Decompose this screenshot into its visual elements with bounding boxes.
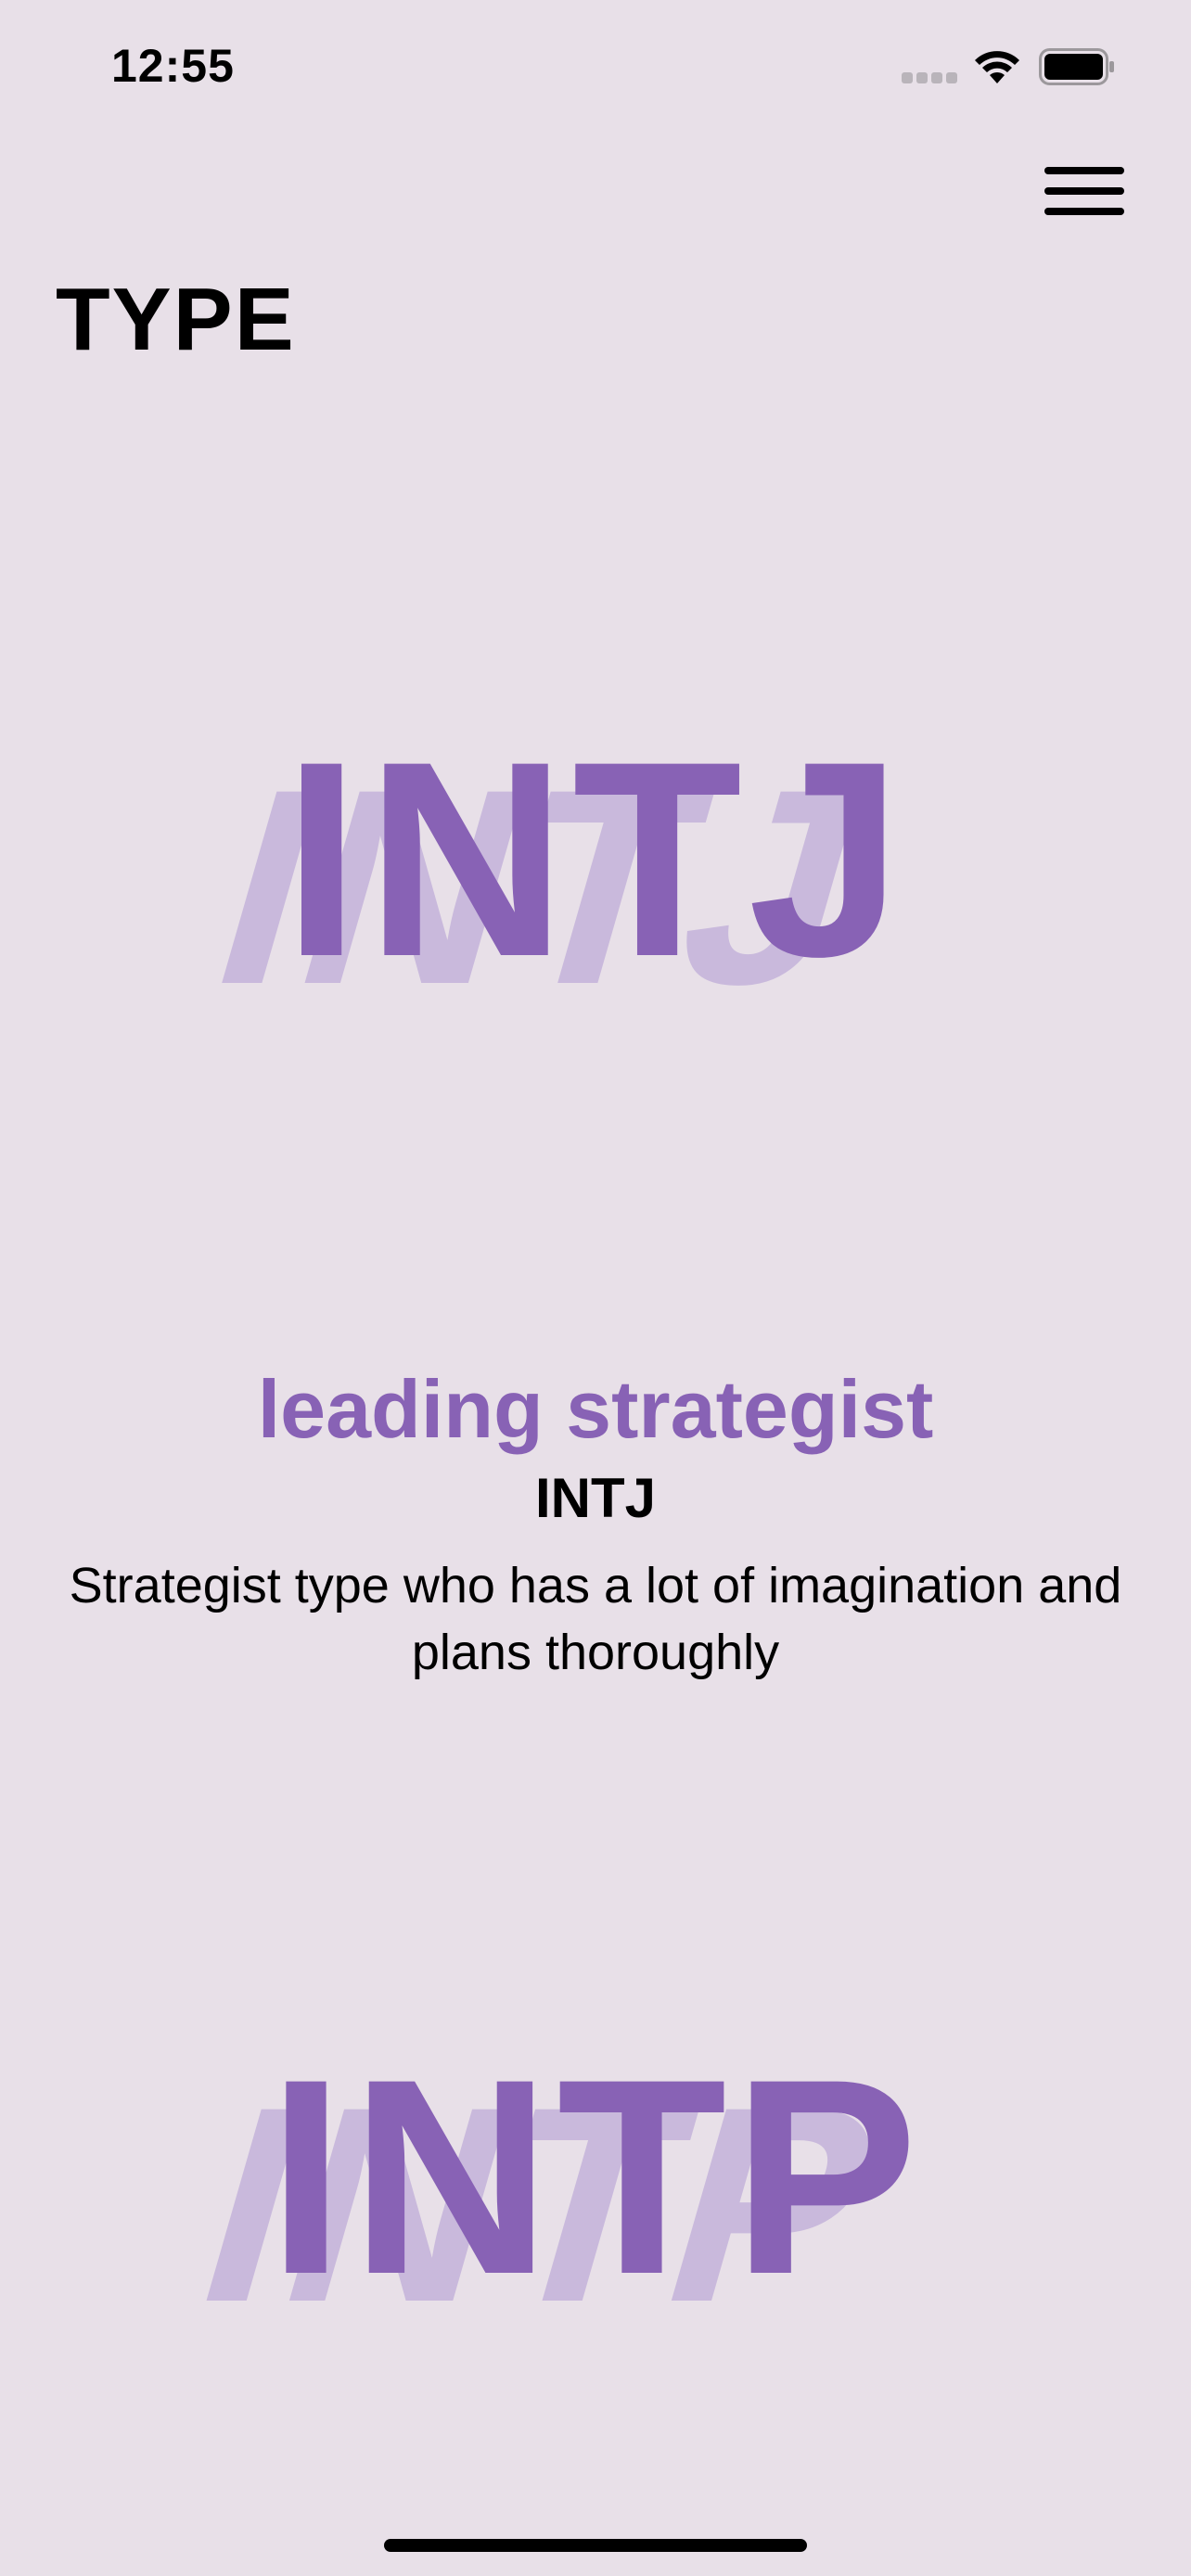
type-nickname: leading strategist [257, 1363, 934, 1455]
hamburger-menu-icon [1044, 167, 1124, 174]
type-card-intp[interactable]: INTP INTP [0, 2021, 1191, 2360]
status-bar: 12:55 [0, 0, 1191, 139]
home-indicator[interactable] [384, 2539, 807, 2552]
type-card-intj[interactable]: INTJ INTJ [0, 703, 1191, 1042]
type-code-large: INTP [267, 2021, 924, 2332]
wifi-icon [975, 51, 1019, 83]
type-description: Strategist type who has a lot of imagina… [69, 1558, 1122, 1680]
type-code-label: INTJ [534, 1467, 657, 1529]
type-code-large: INTJ [282, 703, 909, 1014]
cellular-signal-icon [902, 72, 957, 83]
battery-icon [1039, 48, 1114, 85]
menu-button[interactable] [1043, 163, 1126, 219]
page-title: TYPE [56, 270, 296, 369]
status-time: 12:55 [111, 40, 235, 92]
type-info: leading strategist INTJ Strategist type … [0, 1363, 1191, 1686]
